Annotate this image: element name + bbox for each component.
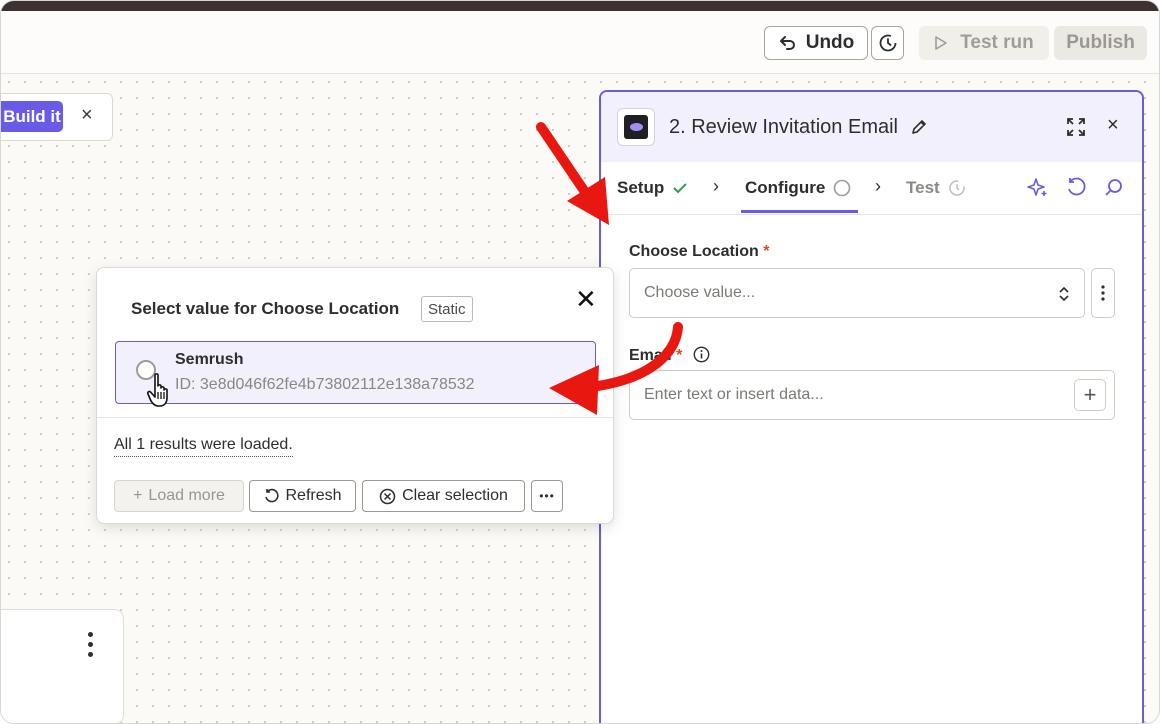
- arrow-to-location-icon: [536, 122, 609, 225]
- app-window: Undo Test run Publish Build it × 2. Revi…: [0, 0, 1160, 724]
- arrow-to-option-icon: [549, 322, 683, 415]
- annotation-arrows: [536, 122, 683, 415]
